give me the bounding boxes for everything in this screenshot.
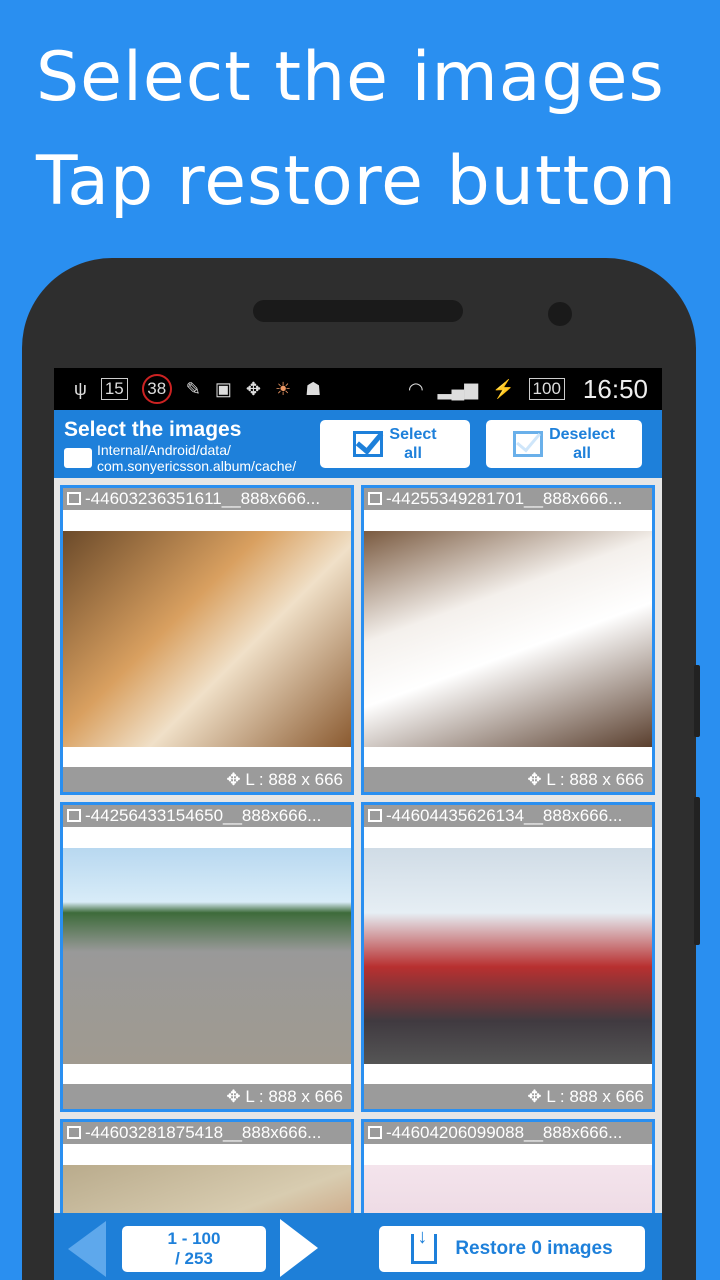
checkbox-checked-icon xyxy=(353,431,384,457)
filename-text: -44256433154650__888x666... xyxy=(85,806,322,825)
restore-button[interactable]: Restore 0 images xyxy=(379,1226,645,1272)
size-text: L : 888 x 666 xyxy=(245,1087,343,1106)
size-text: L : 888 x 666 xyxy=(245,770,343,789)
phone-camera xyxy=(548,302,572,326)
next-page-button[interactable] xyxy=(280,1219,320,1277)
page-total: / 253 xyxy=(175,1249,213,1268)
button-label: Select xyxy=(389,426,437,443)
filename-text: -44604435626134__888x666... xyxy=(386,806,623,825)
button-label: all xyxy=(573,445,591,462)
prev-page-button[interactable] xyxy=(68,1221,108,1277)
status-bar: ψ 15 38 ✎ ▣ ✥ ☀ ☗ ◠ ▂▄▆ ⚡ 100 16:50 xyxy=(54,368,662,410)
promo-line-2: Tap restore button xyxy=(36,142,677,221)
page-title: Select the images xyxy=(64,418,242,441)
notification-circle: 38 xyxy=(141,374,172,404)
path-line: Internal/Android/data/ xyxy=(97,442,231,458)
image-icon xyxy=(67,492,81,505)
image-filename: -44603236351611__888x666... xyxy=(63,488,351,510)
folder-icon xyxy=(64,448,92,468)
page-indicator: 1 - 100/ 253 xyxy=(122,1226,266,1272)
image-filename: -44255349281701__888x666... xyxy=(364,488,652,510)
charging-icon: ⚡ xyxy=(492,378,515,399)
filename-text: -44604206099088__888x666... xyxy=(386,1123,623,1142)
power-button xyxy=(694,797,700,945)
bottom-bar: 1 - 100/ 253 Restore 0 images xyxy=(54,1213,662,1280)
filename-text: -44255349281701__888x666... xyxy=(386,489,623,508)
move-icon: ✥ xyxy=(226,1087,246,1106)
image-thumbnail xyxy=(63,848,351,1064)
weather-icon: ☀ xyxy=(274,378,292,399)
size-text: L : 888 x 666 xyxy=(546,770,644,789)
image-card[interactable]: -44255349281701__888x666... ✥ L : 888 x 6… xyxy=(361,485,655,795)
move-icon: ✥ xyxy=(245,378,261,399)
path-line: com.sonyericsson.album/cache/ xyxy=(97,458,297,474)
image-card[interactable]: -44603236351611__888x666... ✥ L : 888 x 6… xyxy=(60,485,354,795)
image-icon xyxy=(368,492,382,505)
deselect-all-button[interactable]: Deselect all xyxy=(486,420,642,468)
app-screen: ψ 15 38 ✎ ▣ ✥ ☀ ☗ ◠ ▂▄▆ ⚡ 100 16:50 Sele… xyxy=(54,368,662,1280)
image-card[interactable]: -44604435626134__888x666... ✥ L : 888 x 6… xyxy=(361,802,655,1112)
image-thumbnail xyxy=(364,531,652,747)
filename-text: -44603281875418__888x666... xyxy=(85,1123,322,1142)
image-filename: -44256433154650__888x666... xyxy=(63,805,351,827)
folder-path: Internal/Android/data/com.sonyericsson.a… xyxy=(97,442,296,474)
move-icon: ✥ xyxy=(226,770,246,789)
usb-icon: ψ xyxy=(74,378,87,399)
image-filename: -44604435626134__888x666... xyxy=(364,805,652,827)
checkbox-unchecked-icon xyxy=(513,431,544,457)
image-size: ✥ L : 888 x 666 xyxy=(364,767,652,792)
battery-icon: 100 xyxy=(528,378,565,400)
image-thumbnail xyxy=(63,531,351,747)
image-icon xyxy=(368,809,382,822)
android-icon: ☗ xyxy=(305,378,322,399)
size-text: L : 888 x 666 xyxy=(546,1087,644,1106)
image-icon xyxy=(67,1126,81,1139)
volume-button xyxy=(694,665,700,737)
download-icon xyxy=(411,1226,438,1264)
image-size: ✥ L : 888 x 666 xyxy=(63,1084,351,1109)
note-icon: ✎ xyxy=(185,378,201,399)
button-label: Deselect xyxy=(549,426,615,443)
image-card[interactable]: -44256433154650__888x666... ✥ L : 888 x 6… xyxy=(60,802,354,1112)
filename-text: -44603236351611__888x666... xyxy=(85,489,321,508)
image-thumbnail xyxy=(364,848,652,1064)
image-icon xyxy=(67,809,81,822)
image-filename: -44603281875418__888x666... xyxy=(63,1122,351,1144)
image-filename: -44604206099088__888x666... xyxy=(364,1122,652,1144)
image-icon xyxy=(368,1126,382,1139)
button-label: all xyxy=(404,445,422,462)
select-all-button[interactable]: Select all xyxy=(320,420,470,468)
phone-speaker xyxy=(253,300,463,322)
signal-icon: ▂▄▆ xyxy=(437,378,479,399)
move-icon: ✥ xyxy=(527,770,547,789)
promo-line-1: Select the images xyxy=(36,38,665,117)
restore-label: Restore 0 images xyxy=(455,1238,613,1259)
image-size: ✥ L : 888 x 666 xyxy=(63,767,351,792)
notification-badge: 15 xyxy=(100,378,128,400)
image-size: ✥ L : 888 x 666 xyxy=(364,1084,652,1109)
move-icon: ✥ xyxy=(527,1087,547,1106)
clock: 16:50 xyxy=(582,373,648,404)
page-range: 1 - 100 xyxy=(167,1229,221,1248)
image-icon: ▣ xyxy=(214,378,232,399)
wifi-icon: ◠ xyxy=(407,378,424,399)
app-header: Select the images Internal/Android/data/… xyxy=(54,410,662,478)
